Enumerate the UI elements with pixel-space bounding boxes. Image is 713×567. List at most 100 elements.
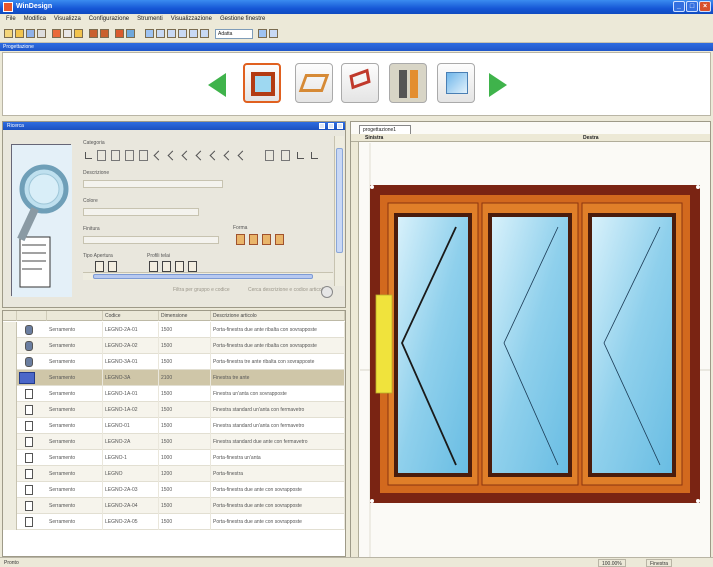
frame-option4-icon[interactable] [188,261,197,272]
corner-handle-tr[interactable] [696,185,700,189]
handle[interactable] [375,294,393,394]
sash-left[interactable] [387,202,479,486]
panel-pin-icon[interactable] [319,123,325,129]
row-header[interactable] [3,370,17,386]
panel-close-icon[interactable] [337,123,343,129]
shape-option4-icon[interactable] [275,234,284,245]
redo-icon[interactable] [100,29,109,38]
table-row[interactable]: Serramento LEGNO-1A-01 1500 Finestra un'ant… [3,386,345,402]
shape-option1-icon[interactable] [236,234,245,245]
search-panel-hscroll[interactable] [83,272,333,280]
tool-line4-icon[interactable] [195,150,206,161]
row-header[interactable] [3,418,17,434]
zoom-icon[interactable] [126,29,135,38]
menu-item-file[interactable]: File [6,14,16,25]
row-header[interactable] [3,466,17,482]
frame-option1-icon[interactable] [149,261,158,272]
menu-item-windows[interactable]: Gestione finestre [220,14,265,25]
sash-center[interactable] [481,202,579,486]
tool-line3-icon[interactable] [181,150,192,161]
tool-line2-icon[interactable] [167,150,178,161]
back-arrow-icon[interactable] [208,73,226,97]
table-row[interactable]: Serramento LEGNO-2A 1500 Finestra standard … [3,434,345,450]
close-button[interactable]: × [699,1,711,12]
opening-option1-icon[interactable] [95,261,104,272]
table-row[interactable]: Serramento LEGNO-01 1500 Finestra standard … [3,418,345,434]
select-icon[interactable] [145,29,154,38]
hscroll-thumb[interactable] [93,274,313,279]
measure-icon[interactable] [189,29,198,38]
undo-icon[interactable] [89,29,98,38]
line-icon[interactable] [167,29,176,38]
col-header-dimension[interactable]: Dimensione [159,311,211,321]
corner-handle-tl[interactable] [370,185,374,189]
minimize-button[interactable]: _ [673,1,685,12]
tool-shape7-icon[interactable] [297,152,304,159]
row-header[interactable] [3,450,17,466]
row-header[interactable] [3,322,17,338]
step-frame-button[interactable] [295,63,333,103]
tool-line6-icon[interactable] [223,150,234,161]
cut-icon[interactable] [52,29,61,38]
tool-shape6-icon[interactable] [281,150,290,161]
table-row[interactable]: Serramento LEGNO-2A-05 1500 Porta-finestra … [3,514,345,530]
vscroll-thumb[interactable] [336,148,343,253]
tool-line5-icon[interactable] [209,150,220,161]
menu-item-tools[interactable]: Strumenti [137,14,163,25]
drawing-tab[interactable]: progettazione1 [359,125,411,134]
arc-icon[interactable] [178,29,187,38]
tool-shape8-icon[interactable] [311,152,318,159]
fit-icon[interactable] [258,29,267,38]
col-header-description[interactable]: Descrizione articolo [211,311,345,321]
pen-icon[interactable] [156,29,165,38]
paste-icon[interactable] [74,29,83,38]
row-header[interactable] [3,386,17,402]
step-edit-button[interactable] [437,63,475,103]
table-row[interactable]: Serramento LEGNO-3A-01 1500 Porta-finestra … [3,354,345,370]
finish-field[interactable] [83,236,219,244]
row-header[interactable] [3,498,17,514]
search-panel-vscroll[interactable] [334,136,344,286]
step-layers-button[interactable] [341,63,379,103]
panel-float-icon[interactable] [328,123,334,129]
shape-option2-icon[interactable] [249,234,258,245]
table-row[interactable]: Serramento LEGNO-1A-02 1500 Finestra standa… [3,402,345,418]
menu-item-display[interactable]: Visualizzazione [171,14,212,25]
tool-shape2-icon[interactable] [111,150,120,161]
text-icon[interactable] [200,29,209,38]
menu-item-edit[interactable]: Modifica [24,14,46,25]
shape-option3-icon[interactable] [262,234,271,245]
table-row[interactable]: Serramento LEGNO-2A-02 1500 Porta-finestra … [3,338,345,354]
tool-icon[interactable] [115,29,124,38]
table-row[interactable]: Serramento LEGNO-1 1000 Porta-finestra un'a… [3,450,345,466]
menu-item-view[interactable]: Visualizza [54,14,81,25]
print-icon[interactable] [37,29,46,38]
table-row[interactable]: Serramento LEGNO-2A-03 1500 Porta-finestra … [3,482,345,498]
corner-handle-br[interactable] [696,499,700,503]
drawing-canvas[interactable] [360,143,710,557]
tool-arrow-icon[interactable] [85,152,92,159]
color-field[interactable] [83,208,199,216]
table-row[interactable]: Serramento LEGNO-2A-04 1500 Porta-finestra … [3,498,345,514]
row-header[interactable] [3,402,17,418]
new-icon[interactable] [4,29,13,38]
tool-line1-icon[interactable] [153,150,164,161]
col-header-code[interactable]: Codice [103,311,159,321]
row-header[interactable] [3,482,17,498]
tool-line7-icon[interactable] [237,150,248,161]
tool-shape4-icon[interactable] [139,150,148,161]
menu-item-config[interactable]: Configurazione [89,14,129,25]
tool-shape1-icon[interactable] [97,150,106,161]
refresh-icon[interactable] [269,29,278,38]
opening-option2-icon[interactable] [108,261,117,272]
search-icon[interactable] [321,286,333,298]
corner-handle-bl[interactable] [370,499,374,503]
row-header[interactable] [3,338,17,354]
row-header[interactable] [3,434,17,450]
frame-option2-icon[interactable] [162,261,171,272]
zoom-dropdown[interactable]: Adatta [215,29,253,39]
table-row[interactable]: Serramento LEGNO-2A-01 1500 Porta-finestra … [3,322,345,338]
table-row[interactable]: Serramento LEGNO 1200 Porta-finestra [3,466,345,482]
row-header[interactable] [3,514,17,530]
maximize-button[interactable]: □ [686,1,698,12]
